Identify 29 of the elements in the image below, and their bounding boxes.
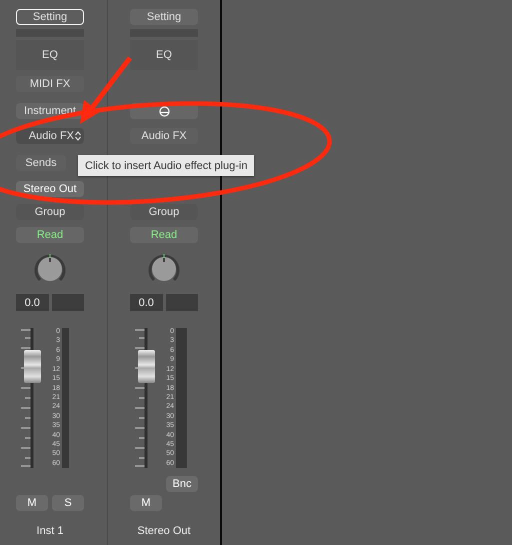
- fader-thumb[interactable]: [138, 350, 155, 383]
- audio-fx-slot[interactable]: Audio FX: [16, 128, 84, 144]
- mute-solo-button[interactable]: M: [130, 495, 162, 511]
- volume-readout: 0.0: [130, 294, 162, 311]
- tooltip: Click to insert Audio effect plug-in: [78, 155, 254, 176]
- mute-solo-button[interactable]: S: [52, 495, 84, 511]
- automation-button[interactable]: Read: [16, 227, 84, 243]
- bounce-button[interactable]: Bnc: [166, 476, 198, 492]
- eq-display[interactable]: EQ: [130, 40, 198, 70]
- setting-button[interactable]: Setting: [16, 9, 84, 25]
- channel-name: Inst 1: [36, 525, 64, 537]
- channel-name: Stereo Out: [136, 525, 192, 537]
- audio-fx-slot[interactable]: Audio FX: [130, 128, 198, 144]
- automation-button[interactable]: Read: [130, 227, 198, 243]
- circle-icon: [158, 106, 170, 116]
- peak-readout: [166, 294, 198, 311]
- fader-thumb[interactable]: [24, 350, 41, 383]
- up-down-icon: [75, 131, 81, 141]
- output-button[interactable]: Stereo Out: [16, 181, 84, 197]
- group-slot[interactable]: Group: [130, 204, 198, 220]
- group-slot[interactable]: Group: [16, 204, 84, 220]
- eq-display[interactable]: EQ: [16, 40, 84, 70]
- midi-fx-slot[interactable]: MIDI FX: [16, 76, 84, 92]
- setting-button[interactable]: Setting: [130, 9, 198, 25]
- sends-slot[interactable]: Sends: [16, 155, 66, 171]
- mute-solo-button[interactable]: M: [16, 495, 48, 511]
- peak-readout: [52, 294, 84, 311]
- volume-readout: 0.0: [16, 294, 48, 311]
- annotation-arrow: [80, 56, 132, 124]
